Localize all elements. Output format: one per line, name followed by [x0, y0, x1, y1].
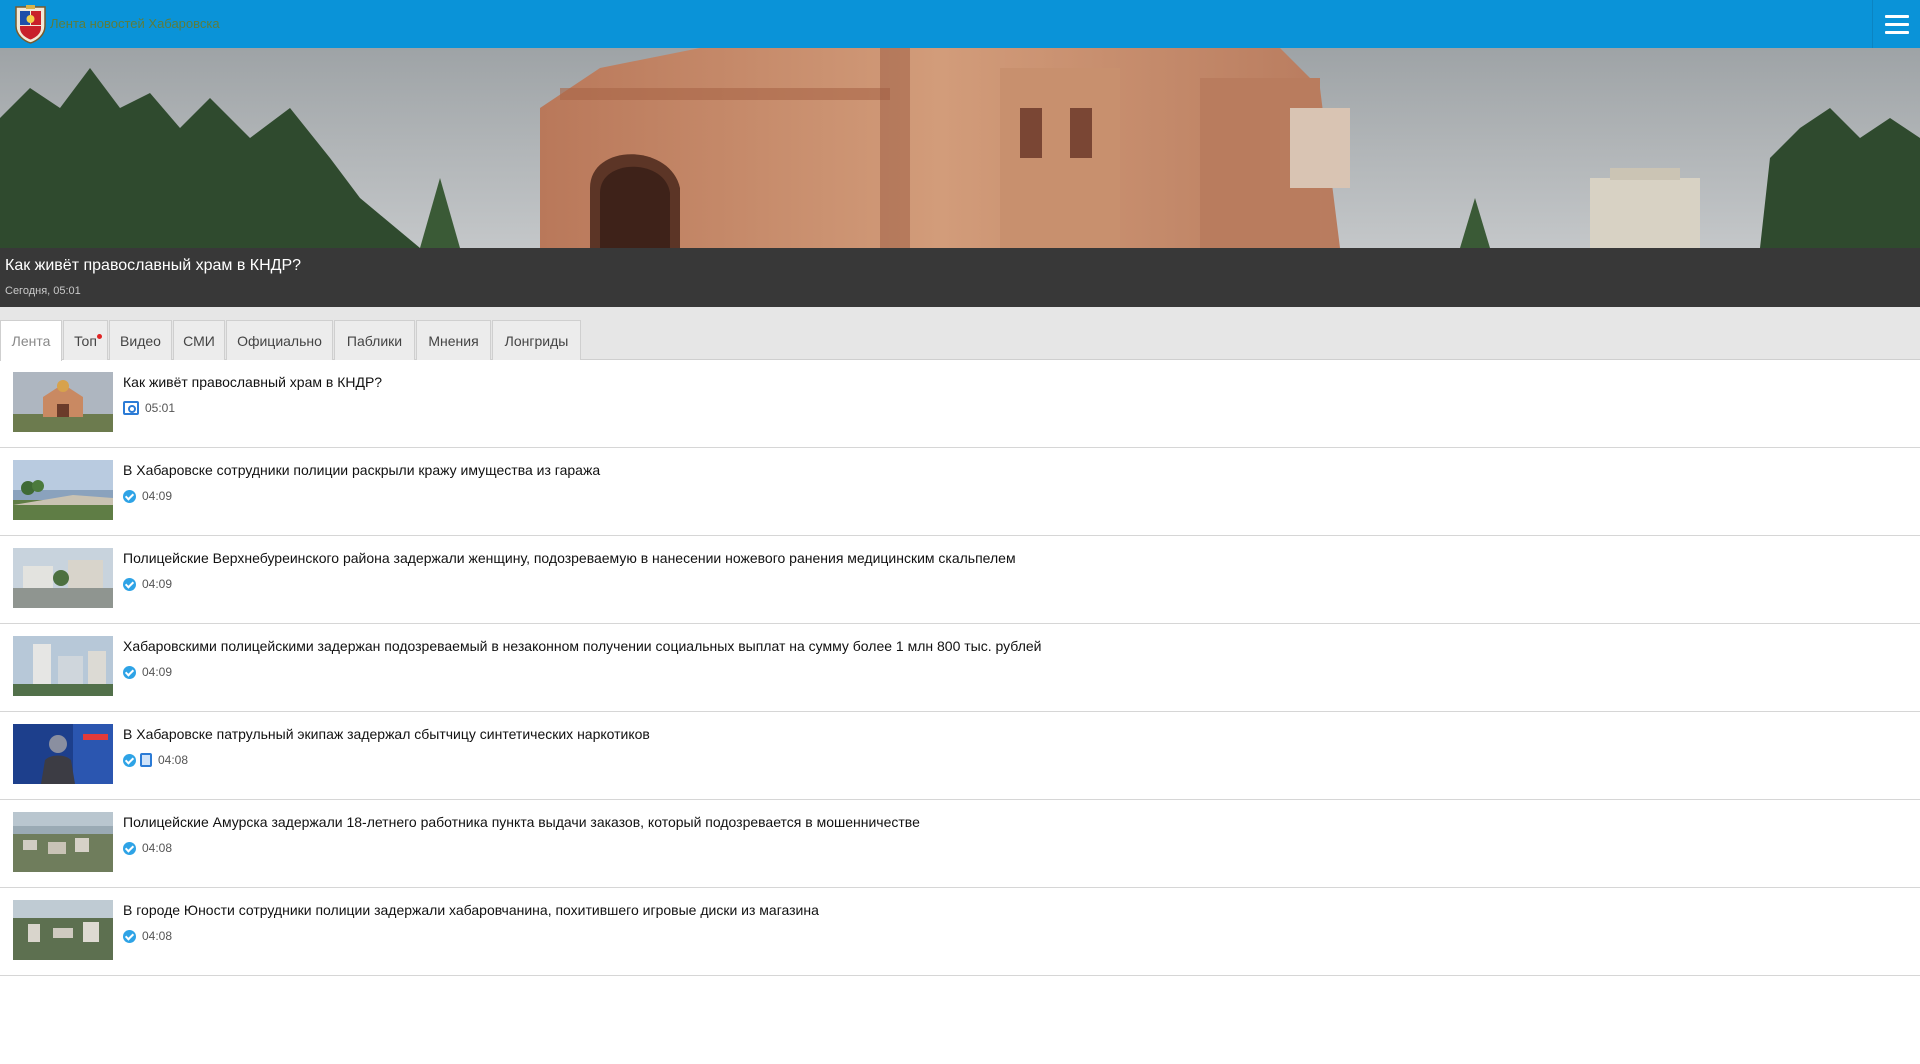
verified-check-icon [123, 841, 136, 855]
camera-icon [123, 401, 139, 415]
news-thumbnail[interactable] [13, 724, 113, 784]
news-meta: 04:08 [123, 752, 188, 768]
hamburger-menu-icon[interactable] [1872, 0, 1920, 48]
news-item[interactable]: В городе Юности сотрудники полиции задер… [0, 888, 1920, 976]
news-time: 05:01 [145, 401, 176, 415]
hero-date: Сегодня, 05:01 [5, 285, 81, 297]
document-icon [140, 753, 152, 767]
tab-label: Видео [120, 332, 161, 349]
news-title[interactable]: В городе Юности сотрудники полиции задер… [123, 902, 819, 918]
news-title[interactable]: Полицейские Амурска задержали 18-летнего… [123, 814, 920, 830]
tab-opinions[interactable]: Мнения [416, 320, 491, 360]
category-tabs: Лента Топ Видео СМИ Официально Паблики М… [0, 307, 1920, 361]
verified-check-icon [123, 489, 136, 503]
tab-label: Официально [237, 332, 322, 349]
hero-image[interactable] [0, 48, 1920, 248]
news-meta: 04:09 [123, 488, 172, 504]
news-title[interactable]: В Хабаровске сотрудники полиции раскрыли… [123, 462, 600, 478]
news-title[interactable]: В Хабаровске патрульный экипаж задержал … [123, 726, 650, 742]
tab-top[interactable]: Топ [63, 320, 108, 360]
news-meta: 04:09 [123, 576, 172, 592]
news-item[interactable]: В Хабаровске патрульный экипаж задержал … [0, 712, 1920, 800]
news-thumbnail[interactable] [13, 460, 113, 520]
tab-longreads[interactable]: Лонгриды [492, 320, 581, 360]
news-thumbnail[interactable] [13, 372, 113, 432]
news-time: 04:09 [142, 665, 173, 679]
tab-label: Лента [11, 333, 51, 349]
hero-title[interactable]: Как живёт православный храм в КНДР? [5, 257, 301, 275]
news-thumbnail[interactable] [13, 988, 113, 993]
verified-check-icon [123, 929, 136, 943]
news-meta: 05:01 [123, 400, 175, 416]
news-time: 04:09 [142, 489, 173, 503]
tab-label: Топ [74, 332, 97, 349]
news-meta: 04:08 [123, 928, 172, 944]
tab-label: Паблики [346, 332, 403, 349]
tab-label: СМИ [183, 332, 215, 349]
news-title[interactable]: Полицейские Верхнебуреинского района зад… [123, 550, 1016, 566]
news-time: 04:09 [142, 577, 173, 591]
tab-label: Лонгриды [504, 332, 569, 349]
news-time: 04:08 [142, 841, 173, 855]
tab-label: Мнения [428, 332, 479, 349]
news-time: 04:08 [158, 753, 189, 767]
site-title[interactable]: Лента новостей Хабаровска [50, 16, 220, 31]
verified-check-icon [123, 665, 136, 679]
news-thumbnail[interactable] [13, 812, 113, 872]
news-item[interactable]: Полицейские Амурска задержали 18-летнего… [0, 800, 1920, 888]
news-item[interactable] [0, 976, 1920, 1064]
new-badge-dot [97, 334, 102, 339]
verified-check-icon [123, 753, 136, 767]
news-item[interactable]: Полицейские Верхнебуреинского района зад… [0, 536, 1920, 624]
verified-check-icon [123, 577, 136, 591]
news-thumbnail[interactable] [13, 548, 113, 608]
tab-video[interactable]: Видео [109, 320, 172, 360]
tab-smi[interactable]: СМИ [173, 320, 225, 360]
news-meta: 04:08 [123, 840, 172, 856]
tab-publics[interactable]: Паблики [334, 320, 415, 360]
tab-official[interactable]: Официально [226, 320, 333, 360]
news-title[interactable]: Как живёт православный храм в КНДР? [123, 374, 382, 390]
tab-lenta[interactable]: Лента [0, 320, 62, 361]
city-coat-of-arms-logo[interactable] [14, 4, 47, 44]
news-title[interactable]: Хабаровскими полицейскими задержан подоз… [123, 638, 1041, 654]
top-bar: Лента новостей Хабаровска [0, 0, 1920, 48]
news-thumbnail[interactable] [13, 636, 113, 696]
news-item[interactable]: Как живёт православный храм в КНДР? 05:0… [0, 360, 1920, 448]
news-item[interactable]: Хабаровскими полицейскими задержан подоз… [0, 624, 1920, 712]
news-thumbnail[interactable] [13, 900, 113, 960]
news-item[interactable]: В Хабаровске сотрудники полиции раскрыли… [0, 448, 1920, 536]
news-meta: 04:09 [123, 664, 172, 680]
hero-caption[interactable]: Как живёт православный храм в КНДР? Сего… [0, 248, 1920, 307]
news-time: 04:08 [142, 929, 173, 943]
